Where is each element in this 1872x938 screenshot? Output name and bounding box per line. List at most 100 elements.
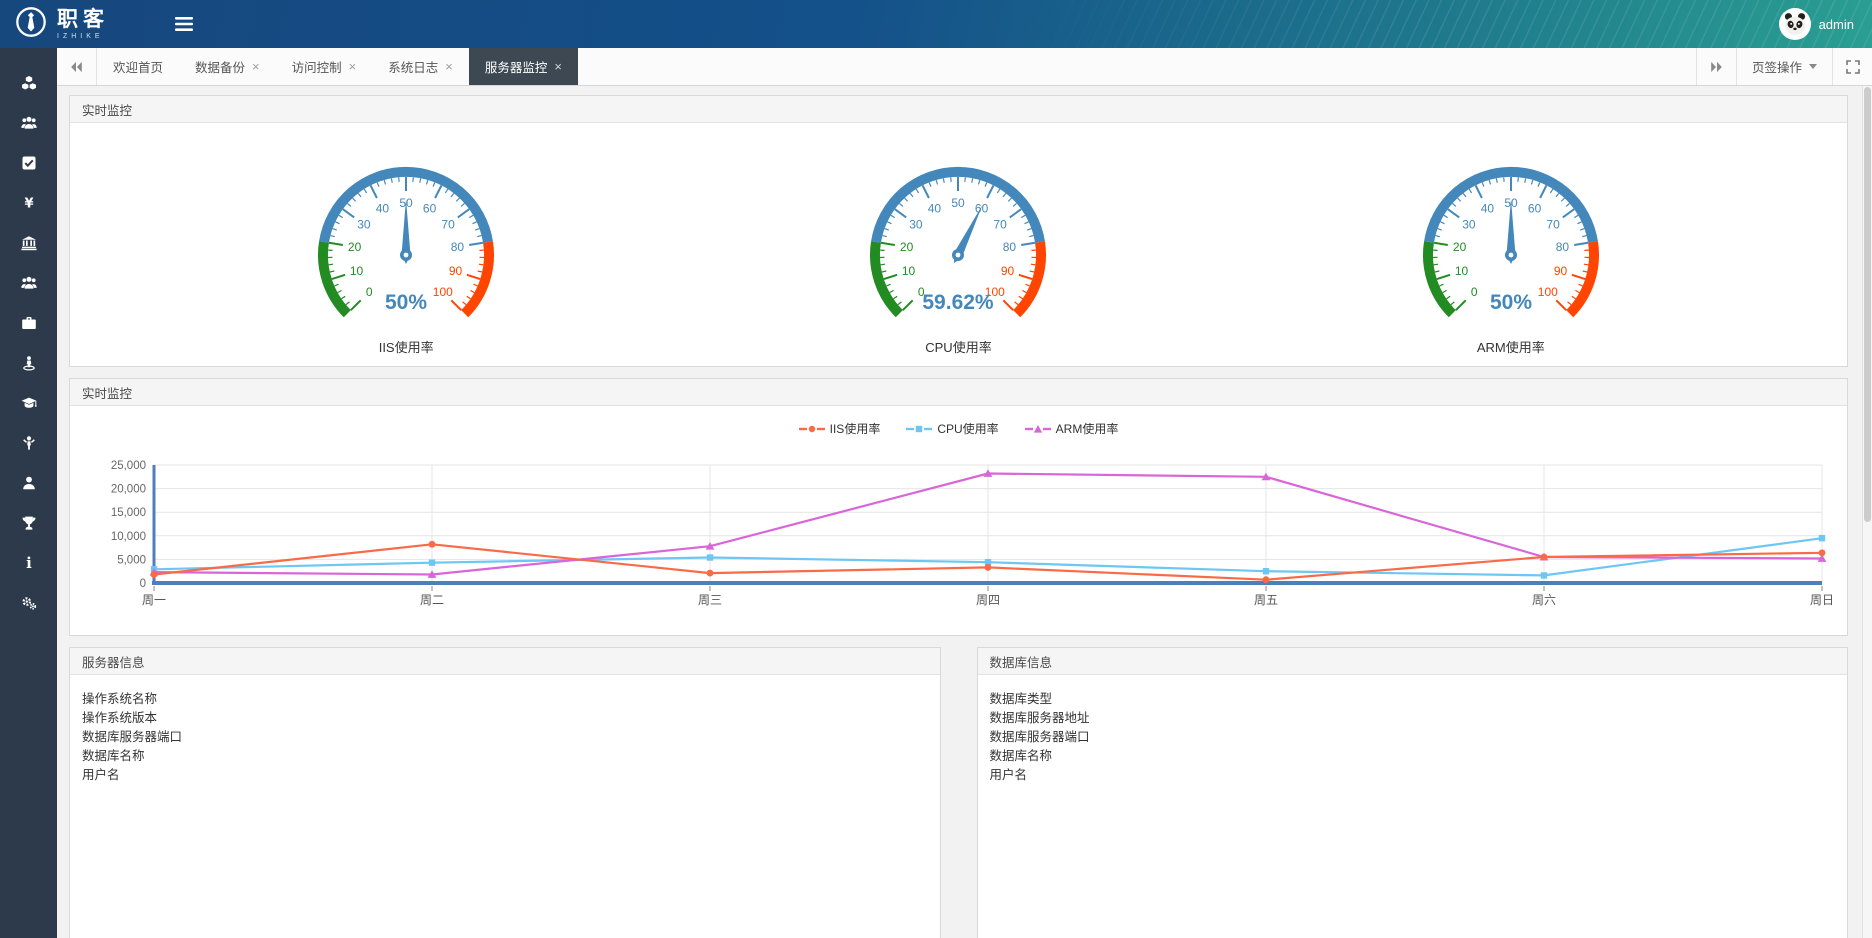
svg-text:10: 10: [902, 264, 916, 278]
svg-text:70: 70: [1546, 217, 1560, 231]
svg-text:25,000: 25,000: [110, 460, 145, 472]
user-menu[interactable]: admin: [1779, 8, 1872, 40]
yen-icon: ¥: [21, 195, 37, 211]
chevron-down-icon: [1809, 64, 1817, 69]
svg-text:90: 90: [1001, 264, 1015, 278]
sidebar-item-2[interactable]: [0, 103, 57, 143]
avatar[interactable]: [1779, 8, 1811, 40]
svg-text:10: 10: [1455, 264, 1469, 278]
tab-1[interactable]: 欢迎首页: [97, 48, 179, 85]
panda-avatar-icon: [1781, 10, 1809, 38]
bank-icon: [21, 235, 37, 251]
gauge-chart: 010203040506070809010059.62%: [838, 147, 1078, 325]
database-info-item-2: 数据库服务器地址: [990, 709, 1836, 728]
legend-item-1[interactable]: IIS使用率: [799, 420, 881, 437]
svg-text:100: 100: [1538, 285, 1558, 299]
sidebar-item-9[interactable]: [0, 383, 57, 423]
legend-marker-icon: [1025, 424, 1051, 434]
tabs-scroll-right-button[interactable]: [1696, 48, 1736, 85]
svg-text:周六: 周六: [1531, 593, 1555, 607]
sidebar-item-8[interactable]: [0, 343, 57, 383]
top-navbar: 职客 IZHIKE admin: [0, 0, 1872, 48]
users-icon: [21, 115, 37, 131]
gauge-chart: 010203040506070809010050%: [286, 147, 526, 325]
svg-text:20: 20: [900, 240, 914, 254]
svg-text:20: 20: [348, 240, 362, 254]
svg-text:周二: 周二: [419, 593, 443, 607]
server-info-panel: 服务器信息 操作系统名称操作系统版本数据库服务器端口数据库名称用户名: [69, 647, 941, 938]
scrollbar-thumb[interactable]: [1864, 87, 1871, 522]
svg-text:0: 0: [1471, 285, 1478, 299]
tab-operations-dropdown[interactable]: 页签操作: [1736, 48, 1832, 85]
tab-close-icon[interactable]: ×: [349, 60, 357, 73]
svg-text:10: 10: [350, 264, 364, 278]
svg-text:20,000: 20,000: [110, 484, 145, 496]
trophy-icon: [21, 515, 37, 531]
legend-item-2[interactable]: CPU使用率: [906, 420, 998, 437]
double-chevron-left-icon: [70, 61, 83, 73]
legend-label: IIS使用率: [830, 420, 881, 437]
legend-label: CPU使用率: [937, 420, 998, 437]
tab-4[interactable]: 系统日志 ×: [372, 48, 469, 85]
gauge-value: 59.62%: [923, 291, 995, 314]
gauge-title: CPU使用率: [925, 337, 991, 356]
svg-text:周日: 周日: [1809, 593, 1833, 607]
sidebar-item-13[interactable]: i: [0, 543, 57, 583]
vertical-scrollbar[interactable]: [1862, 86, 1872, 938]
sidebar-menu: ¥ i: [0, 48, 57, 938]
database-info-panel: 数据库信息 数据库类型数据库服务器地址数据库服务器端口数据库名称用户名: [977, 647, 1849, 938]
panel-title: 实时监控: [82, 383, 132, 402]
svg-text:5,000: 5,000: [117, 554, 146, 566]
svg-text:80: 80: [451, 240, 465, 254]
svg-text:90: 90: [1554, 264, 1568, 278]
sidebar-item-6[interactable]: [0, 263, 57, 303]
brand-logo[interactable]: 职客 IZHIKE: [0, 5, 109, 44]
svg-text:周一: 周一: [141, 593, 165, 607]
svg-text:0: 0: [139, 578, 145, 590]
sidebar-toggle-button[interactable]: [175, 17, 193, 31]
svg-text:30: 30: [1462, 217, 1476, 231]
svg-text:30: 30: [910, 217, 924, 231]
tab-close-icon[interactable]: ×: [554, 60, 562, 73]
tab-close-icon[interactable]: ×: [445, 60, 453, 73]
user-icon: [21, 475, 37, 491]
tab-2[interactable]: 数据备份 ×: [179, 48, 276, 85]
tab-label: 系统日志: [388, 57, 438, 76]
legend-marker-icon: [799, 424, 825, 434]
svg-text:70: 70: [994, 217, 1008, 231]
panel-title: 服务器信息: [82, 652, 145, 671]
sidebar-item-11[interactable]: [0, 463, 57, 503]
sidebar-item-7[interactable]: [0, 303, 57, 343]
svg-text:30: 30: [357, 217, 371, 231]
sidebar-item-3[interactable]: [0, 143, 57, 183]
sidebar-item-1[interactable]: [0, 63, 57, 103]
svg-text:80: 80: [1003, 240, 1017, 254]
tabs-scroll-left-button[interactable]: [57, 48, 97, 85]
legend-item-3[interactable]: ARM使用率: [1025, 420, 1119, 437]
tab-operations-label: 页签操作: [1752, 57, 1802, 76]
tab-3[interactable]: 访问控制 ×: [276, 48, 373, 85]
sidebar-item-10[interactable]: [0, 423, 57, 463]
gauge-title: IIS使用率: [379, 337, 434, 356]
open-tabs: 欢迎首页 数据备份 × 访问控制 × 系统日志 × 服务器监控 ×: [97, 48, 1696, 85]
sidebar-item-4[interactable]: ¥: [0, 183, 57, 223]
tab-close-icon[interactable]: ×: [252, 60, 260, 73]
graduation-cap-icon: [21, 395, 37, 411]
server-info-item-5: 用户名: [82, 766, 928, 785]
hamburger-icon: [175, 17, 193, 31]
chart-legend: IIS使用率 CPU使用率 ARM使用率: [70, 420, 1847, 437]
panel-header: 服务器信息: [70, 648, 940, 675]
tab-5[interactable]: 服务器监控 ×: [469, 48, 578, 85]
gauge-2: 010203040506070809010059.62% CPU使用率: [838, 147, 1078, 356]
brand-title: 职客: [57, 9, 109, 30]
sidebar-item-5[interactable]: [0, 223, 57, 263]
fullscreen-button[interactable]: [1832, 48, 1872, 85]
users-alt-icon: [21, 275, 37, 291]
sidebar-item-14[interactable]: [0, 583, 57, 623]
tab-bar: 欢迎首页 数据备份 × 访问控制 × 系统日志 × 服务器监控 × 页签操作: [57, 48, 1872, 86]
svg-text:15,000: 15,000: [110, 507, 145, 519]
brand-subtitle: IZHIKE: [57, 33, 109, 40]
svg-text:50: 50: [952, 196, 966, 210]
sidebar-item-12[interactable]: [0, 503, 57, 543]
username-label[interactable]: admin: [1819, 17, 1854, 32]
